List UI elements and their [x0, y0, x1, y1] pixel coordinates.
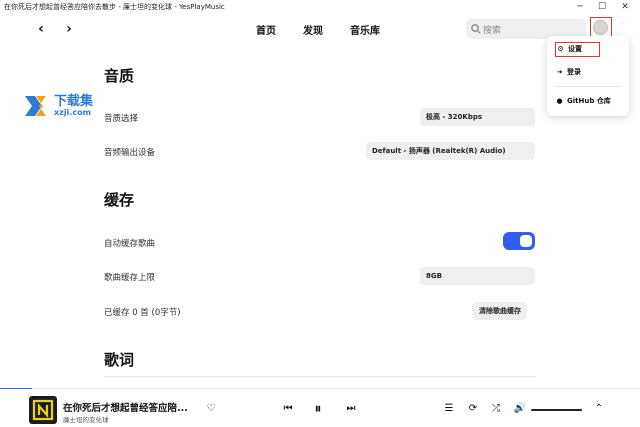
menu-item-label: 登录: [567, 68, 581, 76]
menu-item-label: 设置: [568, 45, 582, 53]
maximize-button[interactable]: ☐: [594, 1, 610, 13]
cached-count-label: 已缓存 0 首 (0字节): [104, 308, 181, 318]
avatar[interactable]: [593, 20, 608, 35]
toggle-knob: [520, 235, 532, 247]
section-title-cache: 缓存: [104, 191, 135, 209]
quality-label: 音质选择: [104, 114, 139, 124]
previous-icon[interactable]: ⏮: [281, 402, 295, 416]
playlist-icon[interactable]: ☰: [442, 402, 456, 416]
song-artist[interactable]: 廉士坦的变化球: [63, 414, 109, 424]
repeat-icon[interactable]: ⟳: [466, 402, 480, 416]
heart-icon[interactable]: ♡: [204, 402, 218, 416]
chevron-up-icon[interactable]: ⌃: [592, 402, 606, 416]
menu-item-settings[interactable]: ⚙ 设置: [555, 42, 600, 57]
auto-cache-label: 自动缓存歌曲: [104, 239, 156, 249]
github-icon: ●: [556, 97, 563, 105]
cache-limit-label: 歌曲缓存上限: [104, 273, 156, 283]
close-button[interactable]: ✕: [617, 1, 633, 13]
watermark-url: xzji.com: [54, 108, 91, 117]
menu-item-label: GitHub 仓库: [567, 97, 611, 105]
nav-home[interactable]: 首页: [256, 22, 276, 37]
album-cover[interactable]: [29, 396, 57, 424]
shuffle-icon[interactable]: ⤮: [489, 402, 503, 416]
menu-item-github[interactable]: ● GitHub 仓库: [555, 94, 611, 109]
section-divider: [104, 376, 536, 377]
window-title: 在你死后才想起曾经答应陪你去散步 - 廉士坦的变化球 - YesPlayMusi…: [4, 3, 225, 11]
album-art-icon: [32, 399, 54, 421]
menu-item-login[interactable]: ➔ 登录: [555, 65, 581, 80]
search-placeholder: 搜索: [483, 26, 502, 36]
nav-library[interactable]: 音乐库: [350, 22, 380, 37]
clear-cache-button[interactable]: 清除歌曲缓存: [473, 302, 527, 320]
minimize-button[interactable]: ─: [572, 1, 588, 13]
nav-discover[interactable]: 发现: [303, 22, 323, 37]
audio-output-select[interactable]: Default - 扬声器 (Realtek(R) Audio): [366, 142, 535, 160]
volume-icon[interactable]: 🔊: [513, 402, 527, 416]
audio-output-label: 音频输出设备: [104, 148, 156, 158]
next-icon[interactable]: ⏭: [344, 402, 358, 416]
app-navbar: ‹ › 首页 发现 音乐库 搜索: [0, 14, 640, 46]
pause-icon[interactable]: ⏸: [311, 402, 325, 416]
user-dropdown-menu: ⚙ 设置 ➔ 登录 ● GitHub 仓库: [547, 36, 629, 116]
song-title[interactable]: 在你死后才想起曾经答应陪...: [63, 400, 188, 414]
auto-cache-toggle[interactable]: [503, 232, 535, 250]
login-icon: ➔: [556, 68, 563, 76]
forward-arrow-icon[interactable]: ›: [60, 20, 78, 38]
volume-slider[interactable]: [531, 409, 582, 411]
section-title-lyrics: 歌词: [104, 351, 135, 369]
cache-limit-select[interactable]: 8GB: [420, 267, 535, 285]
search-icon: [471, 24, 481, 34]
menu-divider: [555, 86, 621, 87]
quality-select[interactable]: 极高 - 320Kbps: [420, 108, 535, 126]
gear-icon: ⚙: [557, 45, 564, 53]
watermark-name: 下载集: [54, 94, 94, 109]
window-titlebar: 在你死后才想起曾经答应陪你去散步 - 廉士坦的变化球 - YesPlayMusi…: [0, 0, 640, 14]
back-arrow-icon[interactable]: ‹: [32, 20, 50, 38]
section-title-quality: 音质: [104, 67, 135, 85]
watermark-logo-icon: [25, 96, 46, 116]
